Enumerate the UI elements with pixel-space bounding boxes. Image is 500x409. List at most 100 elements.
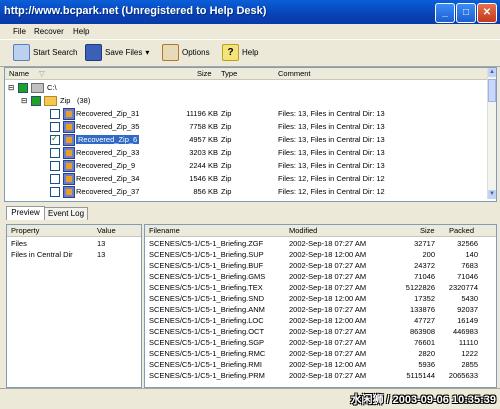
zip-comment: Files: 12, Files in Central Dir: 12	[278, 187, 385, 196]
file-row[interactable]: SCENES/C5-1/C5-1_Briefing.ZGF 2002-Sep-18…	[145, 238, 496, 249]
file-row[interactable]: SCENES/C5-1/C5-1_Briefing.RMC 2002-Sep-18…	[145, 348, 496, 359]
column-file-size[interactable]: Size	[420, 226, 435, 235]
collapse-icon[interactable]: ⊟	[21, 96, 27, 105]
file-size: 5122826	[405, 283, 435, 292]
zip-size: 2244 KB	[189, 161, 218, 170]
column-name[interactable]: Name	[9, 69, 29, 78]
file-row[interactable]: SCENES/C5-1/C5-1_Briefing.SGP 2002-Sep-18…	[145, 337, 496, 348]
archive-files-list: Filename Modified Size Packed SCENES/C5-…	[144, 224, 497, 388]
zip-checkbox[interactable]	[50, 174, 60, 184]
file-name: SCENES/C5-1/C5-1_Briefing.GMS	[149, 272, 266, 281]
menu-file[interactable]: File	[13, 27, 26, 36]
tree-row[interactable]: Recovered_Zip_33 3203 KB Zip Files: 13, Fil…	[5, 146, 488, 159]
file-row[interactable]: SCENES/C5-1/C5-1_Briefing.TEX 2002-Sep-18…	[145, 282, 496, 293]
scroll-up-icon[interactable]: ▲	[488, 68, 496, 77]
start-search-button[interactable]: Start Search	[13, 43, 77, 61]
file-name: SCENES/C5-1/C5-1_Briefing.OCT	[149, 327, 265, 336]
tree-row[interactable]: Recovered_Zip_9 2244 KB Zip Files: 13, File…	[5, 159, 488, 172]
column-packed[interactable]: Packed	[449, 226, 474, 235]
help-button[interactable]: ? Help	[222, 43, 258, 61]
zip-group-count: (38)	[77, 96, 91, 105]
scroll-down-icon[interactable]: ▼	[488, 190, 496, 199]
zip-comment: Files: 13, Files in Central Dir: 13	[278, 109, 385, 118]
options-button[interactable]: Options	[162, 43, 210, 61]
tree-row[interactable]: Recovered_Zip_6 4957 KBZip Files: 13, File…	[5, 133, 488, 146]
file-name: SCENES/C5-1/C5-1_Briefing.RMC	[149, 349, 266, 358]
drive-label: C:\	[47, 83, 57, 92]
file-row[interactable]: SCENES/C5-1/C5-1_Briefing.RMI 2002-Sep-18…	[145, 359, 496, 370]
zip-checkbox[interactable]	[50, 109, 60, 119]
zip-icon	[63, 121, 75, 133]
tree-row[interactable]: Recovered_Zip_34 1546 KB Zip Files: 12, Fil…	[5, 172, 488, 185]
zip-name: Recovered_Zip_35	[76, 122, 140, 131]
zip-checkbox[interactable]	[50, 148, 60, 158]
file-modified: 2002-Sep-18 07:27 AM	[289, 349, 367, 358]
chevron-down-icon[interactable]: ▾	[145, 48, 149, 57]
file-name: SCENES/C5-1/C5-1_Briefing.RMI	[149, 360, 262, 369]
tree-zip-group-row[interactable]: ⊟ Zip (38)	[5, 94, 488, 107]
scroll-thumb[interactable]	[488, 79, 496, 102]
tree-drive-row[interactable]: ⊟ C:\	[5, 81, 488, 94]
file-packed: 71046	[457, 272, 478, 281]
property-name: Files	[11, 239, 27, 248]
options-icon	[162, 43, 179, 61]
zip-checkbox[interactable]	[50, 122, 60, 132]
column-filename[interactable]: Filename	[149, 226, 180, 235]
file-name: SCENES/C5-1/C5-1_Briefing.ANM	[149, 305, 265, 314]
minimize-button[interactable]: _	[435, 3, 455, 23]
zip-size: 856 KB	[193, 187, 218, 196]
column-comment[interactable]: Comment	[278, 69, 311, 78]
drive-checkbox[interactable]	[18, 83, 28, 93]
file-packed: 7683	[461, 261, 478, 270]
column-type[interactable]: Type	[221, 69, 237, 78]
zip-name: Recovered_Zip_33	[76, 148, 140, 157]
file-size: 71046	[414, 272, 435, 281]
collapse-icon[interactable]: ⊟	[8, 83, 14, 92]
zip-group-checkbox[interactable]	[31, 96, 41, 106]
folder-icon	[44, 96, 57, 106]
tree-row[interactable]: Recovered_Zip_35 7758 KB Zip Files: 13, Fil…	[5, 120, 488, 133]
column-property[interactable]: Property	[11, 226, 39, 235]
files-header	[145, 225, 496, 237]
zip-icon	[63, 173, 75, 185]
recovered-files-tree: Name ▽ Size Type Comment ⊟ C:\ ⊟ Zip (38…	[4, 67, 497, 202]
tab-event-log[interactable]: Event Log	[44, 207, 88, 220]
file-row[interactable]: SCENES/C5-1/C5-1_Briefing.OCT 2002-Sep-18…	[145, 326, 496, 337]
file-size: 24372	[414, 261, 435, 270]
file-row[interactable]: SCENES/C5-1/C5-1_Briefing.ANM 2002-Sep-18…	[145, 304, 496, 315]
zip-checkbox[interactable]	[50, 161, 60, 171]
zip-size: 4957 KB	[189, 135, 218, 144]
file-row[interactable]: SCENES/C5-1/C5-1_Briefing.PRM 2002-Sep-18…	[145, 370, 496, 381]
tree-scrollbar[interactable]: ▲ ▼	[487, 68, 496, 199]
save-files-label: Save Files	[105, 47, 143, 57]
file-row[interactable]: SCENES/C5-1/C5-1_Briefing.SUP 2002-Sep-18…	[145, 249, 496, 260]
zip-checkbox[interactable]	[50, 187, 60, 197]
file-modified: 2002-Sep-18 07:27 AM	[289, 338, 367, 347]
file-packed: 1222	[461, 349, 478, 358]
file-row[interactable]: SCENES/C5-1/C5-1_Briefing.SND 2002-Sep-18…	[145, 293, 496, 304]
column-size[interactable]: Size	[197, 69, 212, 78]
file-name: SCENES/C5-1/C5-1_Briefing.BUF	[149, 261, 264, 270]
menu-recover[interactable]: Recover	[34, 27, 64, 36]
maximize-button[interactable]: □	[456, 3, 476, 23]
tree-row[interactable]: Recovered_Zip_31 11196 KB Zip Files: 13, Fi…	[5, 107, 488, 120]
drive-icon	[31, 83, 44, 93]
file-modified: 2002-Sep-18 07:27 AM	[289, 239, 367, 248]
column-value[interactable]: Value	[97, 226, 116, 235]
close-button[interactable]: ✕	[477, 3, 497, 23]
file-modified: 2002-Sep-18 12:00 AM	[289, 360, 367, 369]
zip-name: Recovered_Zip_37	[76, 187, 140, 196]
file-row[interactable]: SCENES/C5-1/C5-1_Briefing.BUF 2002-Sep-18…	[145, 260, 496, 271]
tab-preview[interactable]: Preview	[6, 206, 45, 220]
tree-header: Name ▽ Size Type Comment	[5, 68, 488, 80]
save-files-button[interactable]: Save Files ▾	[85, 43, 149, 61]
window-title: http://www.bcpark.net (Unregistered to H…	[4, 5, 267, 17]
zip-type: Zip	[221, 135, 232, 144]
file-row[interactable]: SCENES/C5-1/C5-1_Briefing.LOC 2002-Sep-18…	[145, 315, 496, 326]
tree-row[interactable]: Recovered_Zip_37 856 KB Zip Files: 12, File…	[5, 185, 488, 198]
column-modified[interactable]: Modified	[289, 226, 317, 235]
file-row[interactable]: SCENES/C5-1/C5-1_Briefing.GMS 2002-Sep-18…	[145, 271, 496, 282]
zip-comment: Files: 13, Files in Central Dir: 13	[278, 161, 385, 170]
menu-help[interactable]: Help	[73, 27, 89, 36]
zip-checkbox[interactable]	[50, 133, 60, 145]
